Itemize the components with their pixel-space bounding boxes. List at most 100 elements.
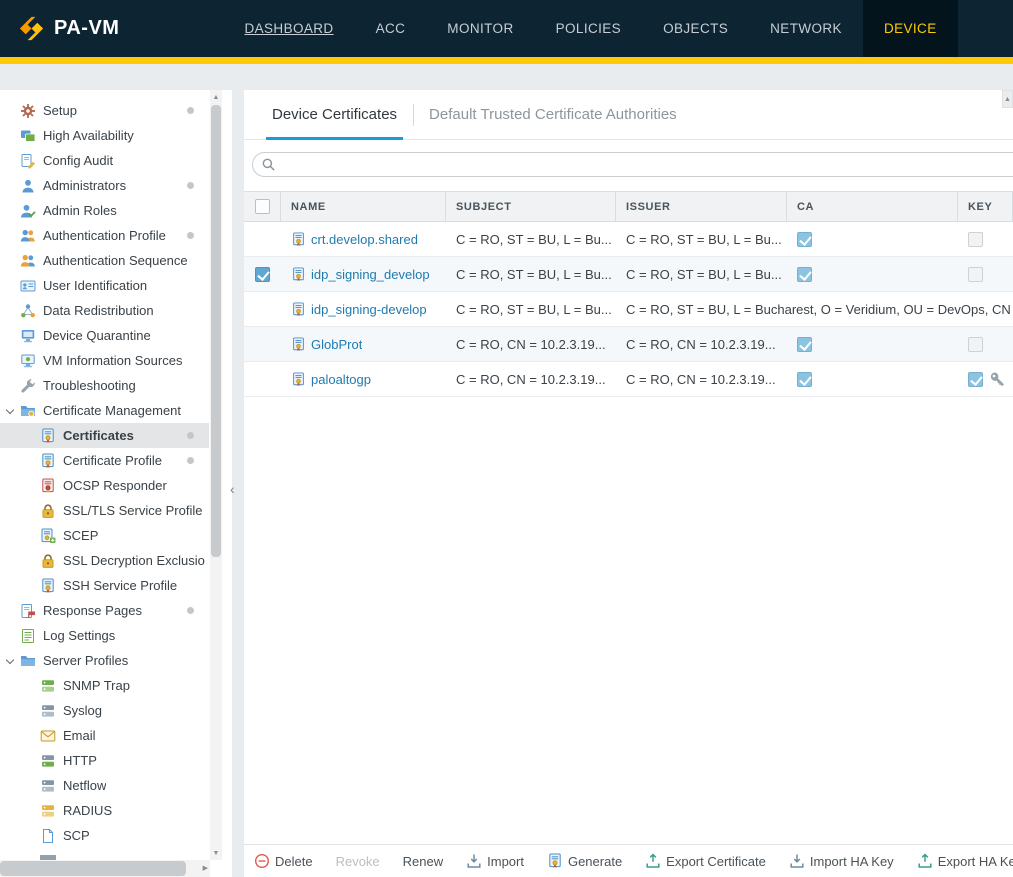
sidebar-item[interactable]: Config Audit	[0, 148, 209, 173]
sidebar-horizontal-scrollbar[interactable]: ▶	[0, 860, 210, 877]
nav-item[interactable]: MONITOR	[426, 0, 534, 57]
sidebar-item[interactable]: Certificates	[0, 423, 209, 448]
toolbar-button[interactable]: Import	[466, 853, 524, 869]
certificate-row[interactable]: idp_signing_develop C = RO, ST = BU, L =…	[244, 257, 1013, 292]
caret-down-icon[interactable]	[6, 656, 14, 664]
toolbar-button-label: Generate	[568, 854, 622, 869]
audit-icon	[20, 153, 36, 169]
sidebar-item[interactable]: VM Information Sources	[0, 348, 209, 373]
sidebar-item-label: Certificate Management	[43, 403, 181, 418]
scroll-right-arrow-icon[interactable]: ▶	[203, 864, 208, 872]
nav-item[interactable]: NETWORK	[749, 0, 863, 57]
col-header-ca[interactable]: CA	[787, 192, 958, 221]
sidebar-item[interactable]: Certificate Management	[0, 398, 209, 423]
col-header-key[interactable]: KEY	[958, 192, 1013, 221]
gear-icon	[20, 103, 36, 119]
tab[interactable]: Default Trusted Certificate Authorities	[413, 90, 693, 139]
issuer-cell: C = RO, CN = 10.2.3.19...	[616, 327, 787, 361]
scroll-down-arrow-icon[interactable]: ▼	[210, 846, 222, 860]
sidebar-item-label: Certificate Profile	[63, 453, 162, 468]
nav-item[interactable]: DEVICE	[863, 0, 958, 57]
certificate-row[interactable]: crt.develop.shared C = RO, ST = BU, L = …	[244, 222, 1013, 257]
sidebar-item[interactable]: High Availability	[0, 123, 209, 148]
sidebar-splitter[interactable]: ‹	[232, 90, 244, 877]
toolbar-button[interactable]: Delete	[254, 853, 313, 869]
col-header-name[interactable]: NAME	[281, 192, 446, 221]
search-input[interactable]	[276, 157, 1013, 172]
nav-item[interactable]: ACC	[355, 0, 427, 57]
folder-icon	[20, 653, 36, 669]
sidebar-vertical-scrollbar[interactable]: ▲ ▼	[210, 90, 222, 860]
certificate-row[interactable]: GlobProt C = RO, CN = 10.2.3.19... C = R…	[244, 327, 1013, 362]
sidebar-item[interactable]: Troubleshooting	[0, 373, 209, 398]
sidebar-item[interactable]: Netflow	[0, 773, 209, 798]
ca-checkbox	[797, 337, 812, 352]
tab[interactable]: Device Certificates	[256, 90, 413, 139]
sidebar-item[interactable]: Administrators	[0, 173, 209, 198]
sidebar-item-label: Admin Roles	[43, 203, 117, 218]
sidebar-item[interactable]: HTTP	[0, 748, 209, 773]
col-header-subject[interactable]: SUBJECT	[446, 192, 616, 221]
scrollbar-thumb[interactable]	[211, 105, 221, 557]
certificate-name-link[interactable]: GlobProt	[311, 337, 362, 352]
bottom-toolbar: Delete Revoke Renew Import	[244, 844, 1013, 877]
sidebar-item[interactable]: SSL Decryption Exclusio	[0, 548, 209, 573]
sidebar-item[interactable]: Log Settings	[0, 623, 209, 648]
scroll-up-arrow-icon[interactable]: ▲	[210, 90, 222, 104]
sidebar-item[interactable]: SSL/TLS Service Profile	[0, 498, 209, 523]
certificate-row[interactable]: idp_signing-develop C = RO, ST = BU, L =…	[244, 292, 1013, 327]
nodes-icon	[20, 303, 36, 319]
sidebar-item[interactable]: SSH Service Profile	[0, 573, 209, 598]
sidebar-item[interactable]: Server Profiles	[0, 648, 209, 673]
table-header: NAME SUBJECT ISSUER CA KEY	[244, 191, 1013, 222]
search-box[interactable]	[252, 152, 1013, 177]
certificate-row[interactable]: paloaltogp C = RO, CN = 10.2.3.19... C =…	[244, 362, 1013, 397]
sidebar-item[interactable]: Email	[0, 723, 209, 748]
nav-item[interactable]: POLICIES	[535, 0, 642, 57]
sidebar-item-label: User Identification	[43, 278, 147, 293]
content-scrollbar[interactable]: ▲	[1002, 90, 1013, 108]
search-row	[244, 140, 1013, 191]
col-header-issuer[interactable]: ISSUER	[616, 192, 787, 221]
toolbar-button[interactable]: Export Certificate	[645, 853, 766, 869]
palo-alto-logo-icon	[18, 15, 45, 42]
row-checkbox[interactable]	[255, 267, 270, 282]
sidebar-item-label: Email	[63, 728, 96, 743]
toolbar-button[interactable]: Import HA Key	[789, 853, 894, 869]
toolbar-button[interactable]: Export HA Key	[917, 853, 1013, 869]
sidebar-item[interactable]: RADIUS	[0, 798, 209, 823]
certificate-name-link[interactable]: paloaltogp	[311, 372, 371, 387]
caret-down-icon[interactable]	[6, 406, 14, 414]
sidebar-item[interactable]: SNMP Trap	[0, 673, 209, 698]
sidebar-item-label: Response Pages	[43, 603, 142, 618]
scrollbar-thumb[interactable]	[0, 861, 186, 876]
sidebar-item[interactable]: OCSP Responder	[0, 473, 209, 498]
sidebar-item[interactable]: Admin Roles	[0, 198, 209, 223]
sidebar-item[interactable]: Syslog	[0, 698, 209, 723]
certificate-name-link[interactable]: crt.develop.shared	[311, 232, 418, 247]
sidebar-item[interactable]: User Identification	[0, 273, 209, 298]
sidebar-item[interactable]: Device Quarantine	[0, 323, 209, 348]
certificate-name-link[interactable]: idp_signing_develop	[311, 267, 430, 282]
sidebar-item[interactable]: Response Pages	[0, 598, 209, 623]
toolbar-button[interactable]: Renew	[403, 854, 443, 869]
toolbar-button-label: Renew	[403, 854, 443, 869]
select-all-checkbox[interactable]	[255, 199, 270, 214]
certificate-name-link[interactable]: idp_signing-develop	[311, 302, 427, 317]
sidebar-item[interactable]: Certificate Profile	[0, 448, 209, 473]
sidebar-item-label: Authentication Sequence	[43, 253, 188, 268]
nav-item[interactable]: OBJECTS	[642, 0, 749, 57]
sidebar-item[interactable]: Data Redistribution	[0, 298, 209, 323]
server-green2-icon	[40, 753, 56, 769]
nav-item[interactable]: DASHBOARD	[223, 0, 354, 57]
key-cell	[958, 257, 1013, 291]
sidebar-item[interactable]: Authentication Sequence	[0, 248, 209, 273]
subject-cell: C = RO, ST = BU, L = Bu...	[446, 257, 616, 291]
sidebar-item[interactable]: Authentication Profile	[0, 223, 209, 248]
toolbar-button[interactable]: Generate	[547, 853, 622, 869]
cert-icon	[291, 372, 306, 387]
sidebar-item[interactable]: SCP	[0, 823, 209, 848]
collapse-sidebar-handle[interactable]: ‹	[230, 482, 235, 496]
sidebar-item[interactable]: SCEP	[0, 523, 209, 548]
sidebar-item[interactable]: Setup	[0, 98, 209, 123]
